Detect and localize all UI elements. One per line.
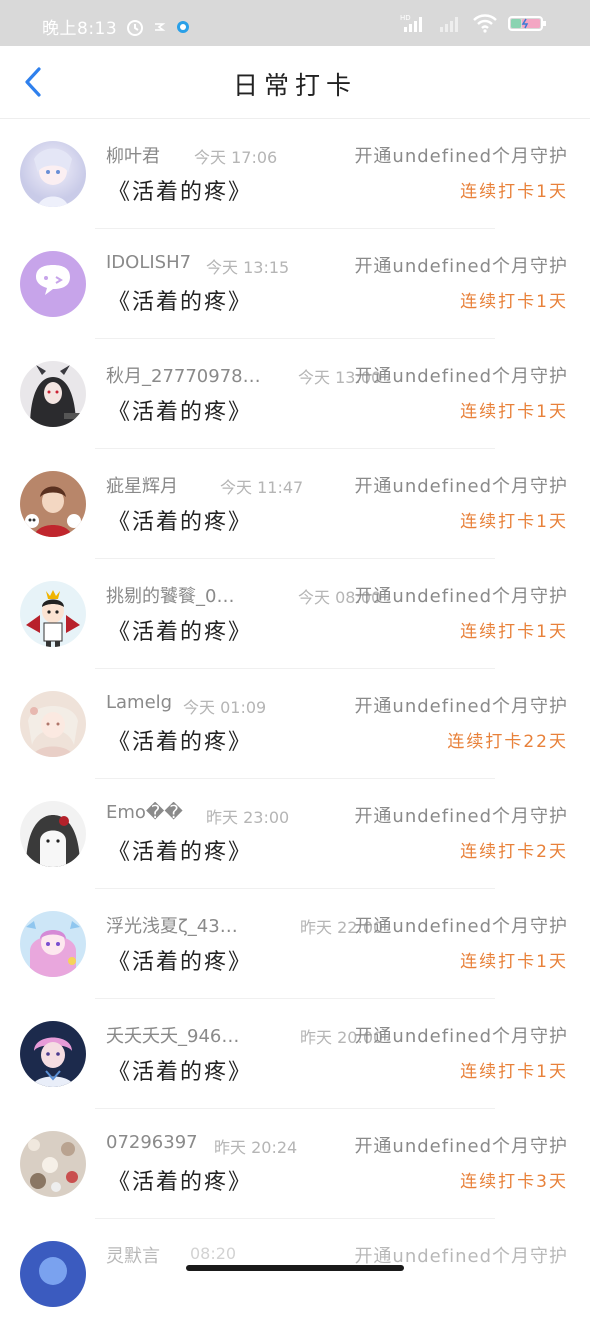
checkin-list: 柳叶君 今天 17:06 开通undefined个月守护 《活着的疼》 连续打卡… bbox=[0, 119, 590, 1329]
checkin-time: 今天 13:15 bbox=[206, 258, 290, 277]
post-title[interactable]: 《活着的疼》 bbox=[108, 1164, 252, 1196]
svg-text:HD: HD bbox=[400, 14, 411, 22]
checkin-time: 今天 11:47 bbox=[220, 478, 304, 497]
avatar[interactable] bbox=[20, 1021, 86, 1087]
streak-badge: 连续打卡2天 bbox=[460, 842, 568, 862]
checkin-time: 08:20 bbox=[190, 1244, 237, 1263]
home-indicator[interactable] bbox=[186, 1265, 404, 1271]
streak-badge: 连续打卡1天 bbox=[460, 402, 568, 422]
streak-badge: 连续打卡1天 bbox=[460, 1062, 568, 1082]
header: 日常打卡 bbox=[0, 46, 590, 119]
user-name: IDOLISH7 bbox=[106, 252, 192, 273]
user-name: 灵默言 bbox=[106, 1246, 160, 1267]
guard-link[interactable]: 开通undefined个月守护 bbox=[354, 802, 568, 828]
post-title[interactable]: 《活着的疼》 bbox=[108, 504, 252, 536]
avatar[interactable] bbox=[20, 911, 86, 977]
status-bar: 晚上8:13 HD bbox=[0, 0, 590, 46]
guard-link[interactable]: 开通undefined个月守护 bbox=[354, 582, 568, 608]
user-name: 柳叶君 bbox=[106, 146, 160, 167]
guard-link[interactable]: 开通undefined个月守护 bbox=[354, 252, 568, 278]
list-item[interactable]: 柳叶君 今天 17:06 开通undefined个月守护 《活着的疼》 连续打卡… bbox=[0, 119, 590, 229]
avatar[interactable] bbox=[20, 1241, 86, 1307]
page-title: 日常打卡 bbox=[232, 71, 357, 100]
post-title[interactable]: 《活着的疼》 bbox=[108, 394, 252, 426]
guard-link[interactable]: 开通undefined个月守护 bbox=[354, 142, 568, 168]
alarm-icon bbox=[125, 17, 145, 37]
user-name: 秋月_27770978… bbox=[106, 366, 261, 387]
list-item[interactable]: 疵星辉月 今天 11:47 开通undefined个月守护 《活着的疼》 连续打… bbox=[0, 449, 590, 559]
streak-badge: 连续打卡22天 bbox=[447, 732, 568, 752]
avatar[interactable] bbox=[20, 1131, 86, 1197]
post-title[interactable]: 《活着的疼》 bbox=[108, 724, 252, 756]
streak-badge: 连续打卡1天 bbox=[460, 952, 568, 972]
guard-link[interactable]: 开通undefined个月守护 bbox=[354, 472, 568, 498]
list-item[interactable]: 灵默言 08:20 开通undefined个月守护 bbox=[0, 1219, 590, 1329]
avatar[interactable] bbox=[20, 141, 86, 207]
streak-badge: 连续打卡1天 bbox=[460, 292, 568, 312]
post-title[interactable]: 《活着的疼》 bbox=[108, 284, 252, 316]
user-name: 疵星辉月 bbox=[106, 476, 178, 497]
avatar[interactable] bbox=[20, 691, 86, 757]
user-name: Emo�� bbox=[106, 802, 183, 823]
checkin-time: 今天 17:06 bbox=[194, 148, 278, 167]
guard-link[interactable]: 开通undefined个月守护 bbox=[354, 912, 568, 938]
post-title[interactable]: 《活着的疼》 bbox=[108, 614, 252, 646]
guard-link[interactable]: 开通undefined个月守护 bbox=[354, 1022, 568, 1048]
list-item[interactable]: 07296397 昨天 20:24 开通undefined个月守护 《活着的疼》… bbox=[0, 1109, 590, 1219]
user-name: Lamelg bbox=[106, 692, 173, 713]
streak-badge: 连续打卡3天 bbox=[460, 1172, 568, 1192]
list-item[interactable]: Emo�� 昨天 23:00 开通undefined个月守护 《活着的疼》 连续… bbox=[0, 779, 590, 889]
status-bar-left: 晚上8:13 bbox=[42, 14, 191, 39]
guard-link[interactable]: 开通undefined个月守护 bbox=[354, 692, 568, 718]
list-item[interactable]: 夭夭夭夭_946… 昨天 20:00 开通undefined个月守护 《活着的疼… bbox=[0, 999, 590, 1109]
list-item[interactable]: Lamelg 今天 01:09 开通undefined个月守护 《活着的疼》 连… bbox=[0, 669, 590, 779]
list-item[interactable]: 浮光浅夏ζ_43… 昨天 22:00 开通undefined个月守护 《活着的疼… bbox=[0, 889, 590, 999]
guard-link[interactable]: 开通undefined个月守护 bbox=[354, 1132, 568, 1158]
user-name: 挑剔的饕餮_0… bbox=[106, 586, 235, 607]
notification-icon bbox=[153, 20, 167, 34]
streak-badge: 连续打卡1天 bbox=[460, 622, 568, 642]
streak-badge: 连续打卡1天 bbox=[460, 512, 568, 532]
list-item[interactable]: 挑剔的饕餮_0… 今天 08:00 开通undefined个月守护 《活着的疼》… bbox=[0, 559, 590, 669]
avatar[interactable] bbox=[20, 251, 86, 317]
post-title[interactable]: 《活着的疼》 bbox=[108, 944, 252, 976]
checkin-time: 今天 01:09 bbox=[183, 698, 267, 717]
app-icon bbox=[175, 19, 191, 35]
list-item[interactable]: IDOLISH7 今天 13:15 开通undefined个月守护 《活着的疼》… bbox=[0, 229, 590, 339]
avatar[interactable] bbox=[20, 361, 86, 427]
wifi-icon bbox=[472, 13, 498, 33]
streak-badge: 连续打卡1天 bbox=[460, 182, 568, 202]
list-item[interactable]: 秋月_27770978… 今天 13:00 开通undefined个月守护 《活… bbox=[0, 339, 590, 449]
status-time: 晚上8:13 bbox=[42, 19, 118, 39]
checkin-time: 昨天 20:24 bbox=[214, 1138, 298, 1157]
battery-icon bbox=[508, 13, 548, 33]
signal-hd-icon: HD bbox=[400, 13, 428, 33]
status-bar-right: HD bbox=[400, 13, 548, 33]
guard-link[interactable]: 开通undefined个月守护 bbox=[354, 362, 568, 388]
user-name: 浮光浅夏ζ_43… bbox=[106, 916, 238, 937]
post-title[interactable]: 《活着的疼》 bbox=[108, 834, 252, 866]
checkin-time: 昨天 23:00 bbox=[206, 808, 290, 827]
avatar[interactable] bbox=[20, 471, 86, 537]
avatar[interactable] bbox=[20, 801, 86, 867]
post-title[interactable]: 《活着的疼》 bbox=[108, 1054, 252, 1086]
user-name: 07296397 bbox=[106, 1132, 198, 1153]
post-title[interactable]: 《活着的疼》 bbox=[108, 174, 252, 206]
signal-icon bbox=[438, 13, 462, 33]
avatar[interactable] bbox=[20, 581, 86, 647]
user-name: 夭夭夭夭_946… bbox=[106, 1026, 240, 1047]
